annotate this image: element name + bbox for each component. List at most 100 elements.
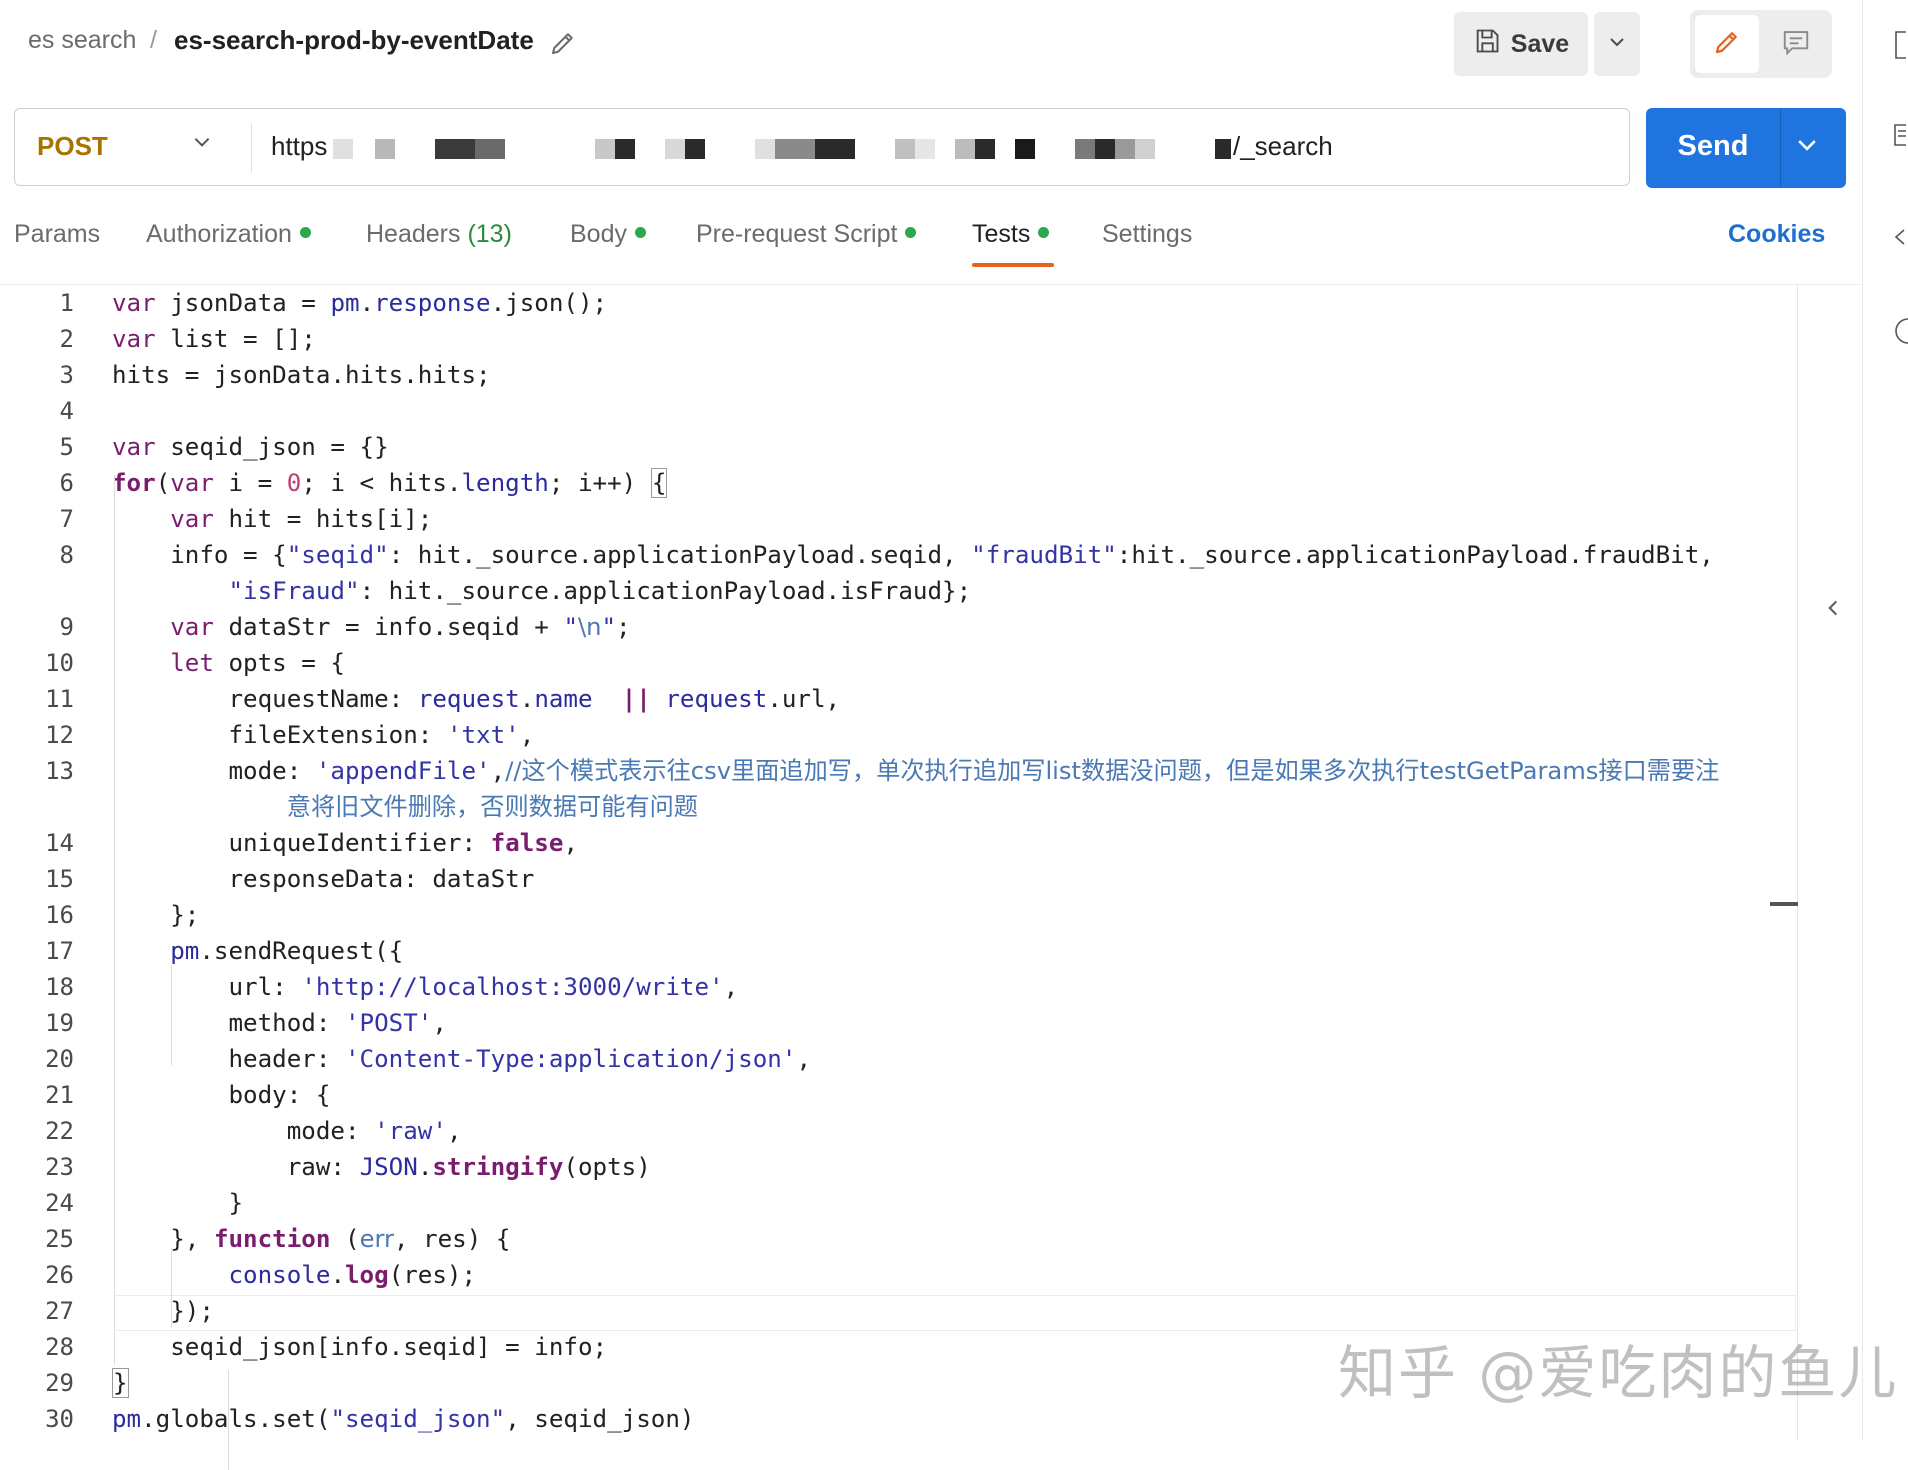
- code-line[interactable]: var seqid_json = {}: [112, 429, 389, 465]
- method-select[interactable]: POST: [37, 131, 108, 162]
- url-bar: POST https /_search: [14, 108, 1630, 186]
- code-line[interactable]: seqid_json[info.seqid] = info;: [112, 1329, 607, 1365]
- chevron-down-icon[interactable]: [191, 131, 213, 158]
- code-token: mode:: [112, 757, 316, 785]
- code-line[interactable]: 意将旧文件删除，否则数据可能有问题: [112, 789, 698, 825]
- line-number: 4: [59, 397, 74, 425]
- code-line[interactable]: requestName: request.name || request.url…: [112, 681, 840, 717]
- status-dot: [299, 226, 311, 238]
- code-token: {: [650, 468, 668, 498]
- code-line[interactable]: });: [112, 1293, 214, 1329]
- code-token: length: [461, 469, 549, 497]
- line-number: 10: [45, 649, 74, 677]
- code-line[interactable]: url: 'http://localhost:3000/write',: [112, 969, 738, 1005]
- code-line[interactable]: console.log(res);: [112, 1257, 477, 1293]
- tab-headers[interactable]: Headers (13): [366, 220, 512, 249]
- code-token: hit = hits[i];: [213, 505, 433, 533]
- code-token: "seqid_json": [330, 1405, 506, 1433]
- code-line[interactable]: var hit = hits[i];: [112, 501, 432, 537]
- code-line[interactable]: pm.globals.set("seqid_json", seqid_json): [112, 1401, 695, 1437]
- code-token: },: [112, 1225, 214, 1253]
- code-line[interactable]: method: 'POST',: [112, 1005, 446, 1041]
- scrollbar-thumb[interactable]: [1770, 902, 1798, 906]
- documentation-icon[interactable]: [1892, 30, 1908, 65]
- edit-pencil-icon[interactable]: [548, 28, 578, 58]
- code-token: i =: [213, 469, 287, 497]
- code-line[interactable]: };: [112, 897, 199, 933]
- code-token: .: [417, 1153, 433, 1181]
- code-line[interactable]: raw: JSON.stringify(opts): [112, 1149, 651, 1185]
- tab-params[interactable]: Params: [14, 220, 100, 249]
- code-line[interactable]: var dataStr = info.seqid + "\n";: [112, 609, 630, 645]
- code-line[interactable]: "isFraud": hit._source.applicationPayloa…: [112, 573, 972, 609]
- code-token: var: [170, 505, 214, 533]
- code-token: (opts): [563, 1153, 651, 1181]
- code-token: }: [112, 1368, 129, 1398]
- breadcrumb-collection[interactable]: es search: [28, 26, 136, 55]
- code-line[interactable]: pm.sendRequest({: [112, 933, 403, 969]
- line-number: 11: [45, 685, 74, 713]
- chevron-down-icon: [1607, 32, 1627, 57]
- line-number: 5: [59, 433, 74, 461]
- request-title[interactable]: es-search-prod-by-eventDate: [174, 25, 534, 56]
- save-options-button[interactable]: [1594, 12, 1640, 76]
- send-button[interactable]: Send: [1646, 108, 1846, 188]
- comment-mode-button[interactable]: [1764, 15, 1828, 73]
- code-token: 'txt': [446, 721, 520, 749]
- cookies-link[interactable]: Cookies: [1728, 220, 1825, 249]
- line-number: 1: [59, 289, 74, 317]
- line-number: 23: [45, 1153, 74, 1181]
- code-token: body: {: [112, 1081, 331, 1109]
- send-label: Send: [1677, 130, 1749, 162]
- watermark: 知乎 @爱吃肉的鱼儿: [1338, 1339, 1899, 1407]
- url-input[interactable]: https: [271, 131, 327, 162]
- tab-tests[interactable]: Tests: [972, 220, 1050, 249]
- code-line[interactable]: }: [112, 1365, 129, 1401]
- info-icon[interactable]: [1892, 316, 1908, 351]
- code-token: pm: [330, 289, 360, 317]
- indent-guide: [171, 965, 172, 1065]
- code-line[interactable]: for(var i = 0; i < hits.length; i++) {: [112, 465, 668, 501]
- code-line[interactable]: hits = jsonData.hits.hits;: [112, 357, 491, 393]
- code-line[interactable]: uniqueIdentifier: false,: [112, 825, 578, 861]
- collapse-left-icon[interactable]: [1822, 595, 1844, 626]
- tab-settings[interactable]: Settings: [1102, 220, 1192, 249]
- tab-body[interactable]: Body: [570, 220, 646, 249]
- code-line[interactable]: mode: 'raw',: [112, 1113, 462, 1149]
- url-divider: [251, 123, 252, 173]
- code-token: "isFraud": [228, 577, 360, 605]
- code-icon[interactable]: [1892, 222, 1908, 257]
- tab-authorization[interactable]: Authorization: [146, 220, 311, 249]
- code-token: \n: [578, 613, 602, 641]
- save-disk-icon: [1473, 27, 1501, 62]
- tests-code-editor[interactable]: 1 2 3 4 5 6 7 8 9 10 11 12 13 14 15 16 17 18 19 20 21 22 23 24 2…: [0, 285, 1838, 1470]
- code-line[interactable]: info = {"seqid": hit._source.application…: [112, 537, 1714, 573]
- code-line[interactable]: header: 'Content-Type:application/json',: [112, 1041, 811, 1077]
- line-number: 28: [45, 1333, 74, 1361]
- code-line[interactable]: body: {: [112, 1077, 330, 1113]
- indent-guide: [114, 475, 115, 1365]
- comments-icon[interactable]: [1892, 122, 1908, 157]
- code-line[interactable]: }: [112, 1185, 243, 1221]
- code-line[interactable]: let opts = {: [112, 645, 345, 681]
- line-number: 29: [45, 1369, 74, 1397]
- code-token: url:: [112, 973, 302, 1001]
- line-number: 18: [45, 973, 74, 1001]
- code-line[interactable]: mode: 'appendFile',//这个模式表示往csv里面追加写，单次执…: [112, 753, 1719, 789]
- code-line[interactable]: var list = [];: [112, 321, 316, 357]
- tab-pre-request-script[interactable]: Pre-request Script: [696, 220, 917, 249]
- code-token: , seqid_json): [505, 1405, 695, 1433]
- line-number: 25: [45, 1225, 74, 1253]
- code-line[interactable]: fileExtension: 'txt',: [112, 717, 534, 753]
- url-path[interactable]: /_search: [1233, 131, 1333, 162]
- save-button[interactable]: Save: [1454, 12, 1588, 76]
- code-token: request: [417, 685, 520, 713]
- chevron-down-icon[interactable]: [1794, 132, 1820, 163]
- status-dot: [905, 226, 917, 238]
- code-line[interactable]: var jsonData = pm.response.json();: [112, 285, 607, 321]
- code-token: requestName:: [112, 685, 418, 713]
- code-line[interactable]: responseData: dataStr: [112, 861, 534, 897]
- edit-mode-button[interactable]: [1695, 15, 1759, 73]
